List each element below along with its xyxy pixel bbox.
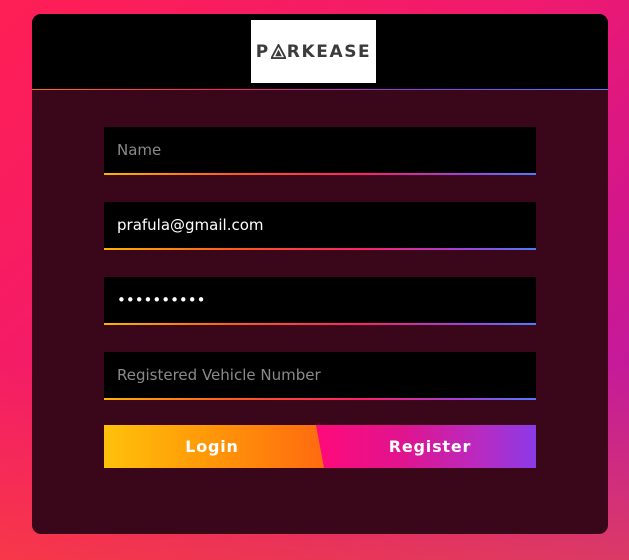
- vehicle-field-wrap: [104, 352, 536, 400]
- register-button-label: Register: [388, 437, 472, 456]
- parkease-logo: P RKEASE: [251, 20, 376, 83]
- name-input[interactable]: [104, 127, 536, 173]
- triangle-a-icon: [270, 44, 286, 59]
- password-input[interactable]: [104, 277, 536, 323]
- login-button-label: Login: [185, 437, 239, 456]
- logo-letter-p: P: [255, 41, 270, 62]
- email-field-wrap: [104, 202, 536, 250]
- email-input[interactable]: [104, 202, 536, 248]
- name-field-wrap: [104, 127, 536, 175]
- register-card: P RKEASE Login Registe: [32, 14, 608, 534]
- logo-letters-rest: RKEASE: [286, 41, 372, 62]
- button-group: Login Register: [104, 425, 536, 468]
- card-header: P RKEASE: [32, 14, 608, 90]
- vehicle-number-input[interactable]: [104, 352, 536, 398]
- login-button[interactable]: Login: [104, 425, 324, 468]
- registration-form: Login Register: [104, 127, 536, 468]
- register-button[interactable]: Register: [316, 425, 536, 468]
- logo-text: P RKEASE: [256, 42, 372, 62]
- password-field-wrap: [104, 277, 536, 325]
